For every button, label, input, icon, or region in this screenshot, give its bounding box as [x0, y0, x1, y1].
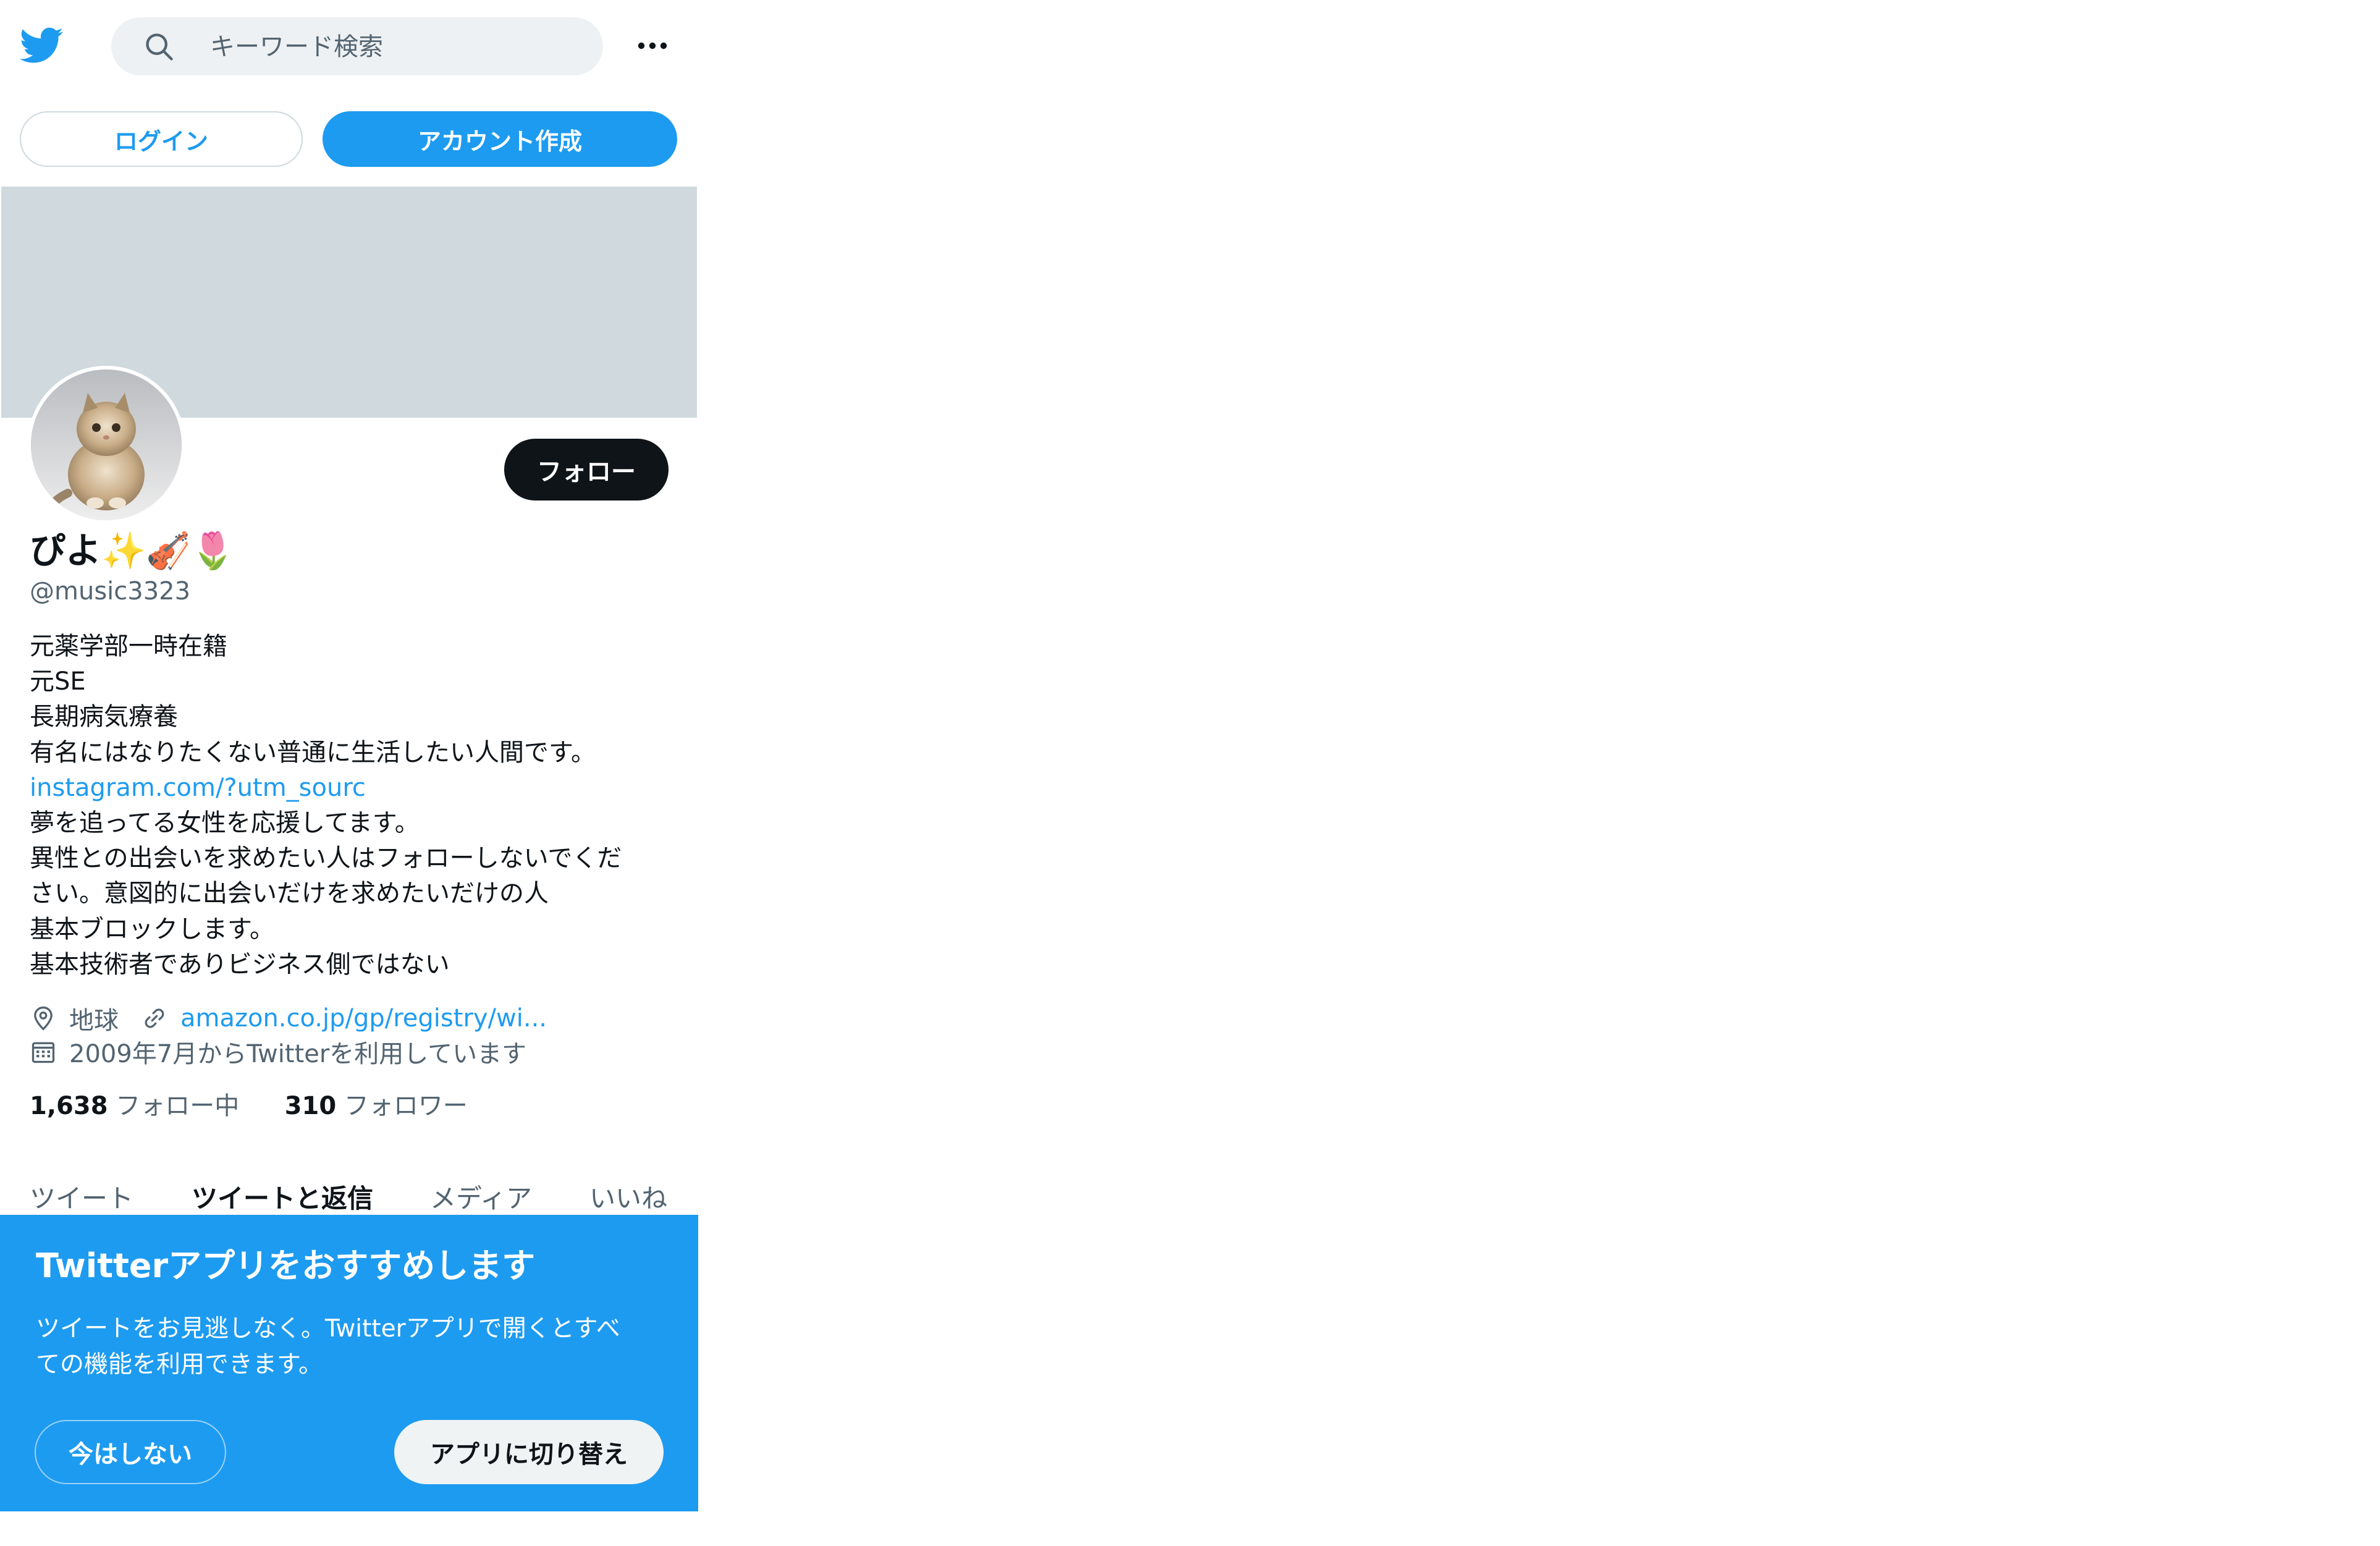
bio-line: さい。意図的に出会いだけを求めたいだけの人	[30, 879, 549, 908]
app-promo-text: ツイートをお見逃しなく。Twitterアプリで開くとすべ ての機能を利用できます…	[36, 1311, 678, 1383]
profile-page: キーワード検索 ログイン アカウント作成 フォロー ぴよ✨🎻🌷 @music33…	[0, 0, 698, 1546]
bio-line: 夢を追ってる女性を応援してます。	[30, 809, 420, 838]
following-label: フォロー中	[116, 1092, 240, 1120]
profile-meta-location-website: 地球 amazon.co.jp/gp/registry/wi...	[30, 1001, 547, 1036]
profile-meta-joined: 2009年7月からTwitterを利用しています	[30, 1034, 526, 1069]
bio-line: 元薬学部一時在籍	[30, 632, 227, 661]
app-promo-title: Twitterアプリをおすすめします	[36, 1246, 536, 1285]
not-now-button[interactable]: 今はしない	[35, 1420, 226, 1484]
search-placeholder: キーワード検索	[210, 33, 383, 61]
bio-line: 基本ブロックします。	[30, 915, 274, 944]
signup-button[interactable]: アカウント作成	[323, 111, 677, 167]
location-text: 地球	[69, 1007, 119, 1035]
bio-line: 長期病気療養	[30, 703, 178, 732]
search-icon	[146, 33, 173, 61]
bio-line: 元SE	[30, 667, 86, 696]
bio-instagram-link[interactable]: instagram.com/?utm_sourc	[30, 771, 672, 806]
user-handle: @music3323	[30, 577, 191, 606]
tab-tweets[interactable]: ツイート	[30, 1181, 133, 1216]
tab-likes[interactable]: いいね	[589, 1181, 667, 1216]
bio-line: 異性との出会いを求めたい人はフォローしないでくだ	[30, 844, 622, 873]
website-link[interactable]: amazon.co.jp/gp/registry/wi...	[180, 1004, 547, 1033]
following-count: 1,638	[30, 1092, 108, 1120]
tab-tweets-and-replies[interactable]: ツイートと返信	[192, 1181, 373, 1216]
bio-line: 有名にはなりたくない普通に生活したい人間です。	[30, 738, 596, 767]
follow-stats: 1,638 フォロー中 310 フォロワー	[30, 1089, 468, 1123]
display-name: ぴよ✨🎻🌷	[30, 530, 235, 572]
followers-count: 310	[284, 1092, 337, 1120]
following-link[interactable]: 1,638 フォロー中	[30, 1092, 247, 1120]
bio-line: 基本技術者でありビジネス側ではない	[30, 950, 450, 979]
profile-bio: 元薬学部一時在籍 元SE 長期病気療養 有名にはなりたくない普通に生活したい人間…	[30, 629, 672, 982]
switch-to-app-button[interactable]: アプリに切り替え	[394, 1420, 664, 1484]
follow-button[interactable]: フォロー	[504, 439, 669, 501]
link-icon	[145, 1008, 164, 1028]
avatar[interactable]	[27, 366, 185, 524]
app-promo-text-line: ツイートをお見逃しなく。Twitterアプリで開くとすべ	[36, 1315, 620, 1343]
location-pin-icon	[34, 1006, 53, 1031]
followers-link[interactable]: 310 フォロワー	[285, 1092, 468, 1120]
calendar-icon	[32, 1042, 55, 1063]
app-promo-text-line: ての機能を利用できます。	[36, 1351, 323, 1379]
more-dots-icon[interactable]	[636, 31, 669, 61]
cat-avatar-image	[31, 370, 182, 520]
login-button[interactable]: ログイン	[20, 111, 303, 167]
app-promo-banner: Twitterアプリをおすすめします ツイートをお見逃しなく。Twitterアプ…	[0, 1215, 698, 1511]
joined-date: 2009年7月からTwitterを利用しています	[69, 1040, 527, 1068]
followers-label: フォロワー	[344, 1092, 468, 1120]
twitter-bird-icon[interactable]	[19, 23, 65, 67]
search-box[interactable]: キーワード検索	[111, 17, 603, 75]
tab-media[interactable]: メディア	[430, 1181, 532, 1216]
